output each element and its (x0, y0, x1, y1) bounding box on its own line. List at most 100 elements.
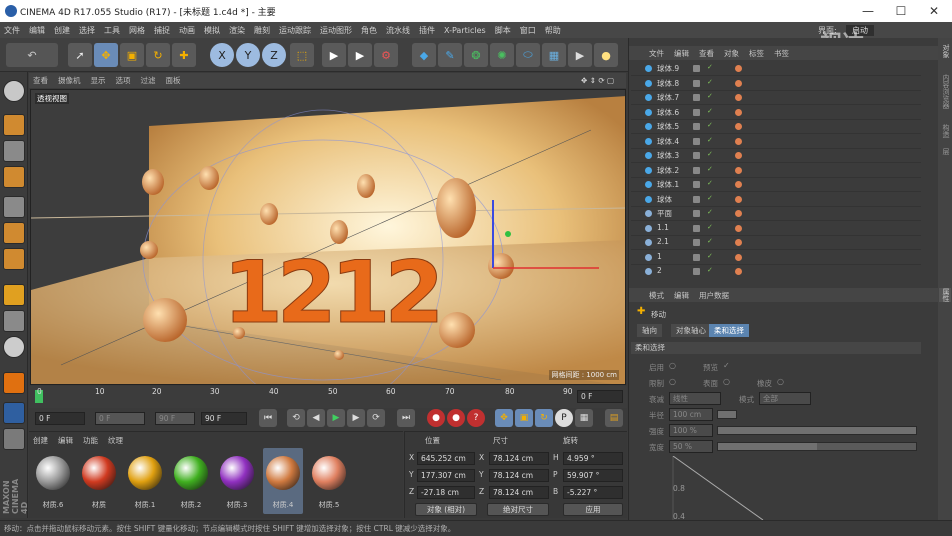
next-frame-icon[interactable]: ▶ (347, 409, 365, 427)
side-tab-structure[interactable]: 构造 (939, 124, 951, 138)
timeline-window-icon[interactable]: ▤ (605, 409, 623, 427)
menu-edit[interactable]: 编辑 (29, 25, 45, 36)
object-row[interactable]: 2 ✓ (631, 265, 921, 278)
object-row[interactable]: 球体.7 ✓ (631, 91, 921, 105)
cube-icon[interactable]: ◆ (412, 43, 436, 67)
enabled-check-icon[interactable]: ✓ (707, 121, 713, 129)
surface-checkbox[interactable]: ○ (723, 377, 730, 386)
prev-frame-icon[interactable]: ◀ (307, 409, 325, 427)
tweak-mode-icon[interactable] (3, 310, 25, 332)
enabled-check-icon[interactable]: ✓ (707, 179, 713, 187)
visibility-icon[interactable] (693, 94, 700, 101)
material-tag-icon[interactable] (735, 123, 742, 130)
start-frame-field[interactable]: 0 F (35, 412, 85, 425)
material-tag-icon[interactable] (735, 65, 742, 72)
material-tag-icon[interactable] (735, 94, 742, 101)
object-row[interactable]: 球体.1 ✓ (631, 178, 921, 192)
size-z-field[interactable]: 78.124 cm (489, 486, 549, 499)
rubber-checkbox[interactable]: ○ (777, 377, 784, 386)
attr-menu-userdata[interactable]: 用户数据 (699, 290, 729, 301)
pos-z-field[interactable]: -27.18 cm (417, 486, 475, 499)
coordinate-system-icon[interactable]: ⬚ (290, 43, 314, 67)
size-y-field[interactable]: 78.124 cm (489, 469, 549, 482)
side-tab-layers[interactable]: 层 (939, 148, 951, 155)
axis-mode-icon[interactable] (3, 284, 25, 306)
object-row[interactable]: 1 ✓ (631, 251, 921, 265)
tab-axis[interactable]: 轴向 (637, 324, 662, 337)
visibility-icon[interactable] (693, 108, 700, 116)
attr-menu-edit[interactable]: 编辑 (674, 290, 689, 301)
enabled-check-icon[interactable]: ✓ (707, 92, 713, 100)
visibility-icon[interactable] (693, 65, 700, 72)
object-row[interactable]: 2.1 ✓ (631, 236, 921, 250)
menu-create[interactable]: 创建 (54, 25, 70, 36)
attr-menu-mode[interactable]: 模式 (649, 290, 664, 301)
material-menu-function[interactable]: 功能 (83, 435, 98, 446)
material-tag-icon[interactable] (735, 166, 742, 174)
key-rotation-icon[interactable]: ↻ (535, 409, 553, 427)
z-axis-icon[interactable]: Z (262, 43, 286, 67)
make-editable-icon[interactable] (3, 80, 25, 102)
menu-simulate[interactable]: 模拟 (204, 25, 220, 36)
key-position-icon[interactable]: ✥ (495, 409, 513, 427)
enabled-check-icon[interactable]: ✓ (707, 150, 713, 158)
x-axis-icon[interactable]: X (210, 43, 234, 67)
material-tag-icon[interactable] (735, 268, 742, 275)
menu-script[interactable]: 脚本 (495, 25, 511, 36)
viewport-menu-view[interactable]: 查看 (33, 75, 48, 86)
menu-file[interactable]: 文件 (4, 25, 20, 36)
grid-snap-icon[interactable] (3, 402, 25, 424)
material-menu-texture[interactable]: 纹理 (108, 435, 123, 446)
end-frame-field[interactable]: 90 F (201, 412, 247, 425)
visibility-icon[interactable] (693, 224, 700, 232)
material-tag-icon[interactable] (735, 224, 742, 232)
snap-icon[interactable] (3, 336, 25, 358)
visibility-icon[interactable] (693, 137, 700, 145)
tab-soft-selection[interactable]: 柔和选择 (709, 324, 749, 337)
enabled-check-icon[interactable]: ✓ (707, 266, 713, 274)
menu-mograph[interactable]: 运动图形 (320, 25, 352, 36)
radius-slider[interactable] (717, 410, 737, 419)
visibility-icon[interactable] (693, 79, 700, 87)
menu-select[interactable]: 选择 (79, 25, 95, 36)
timeline-ruler[interactable]: 0 10 20 30 40 50 60 70 80 90 0 F (29, 386, 627, 408)
side-tab-attributes[interactable]: 属性 (939, 288, 951, 302)
viewport-menu-filter[interactable]: 过滤 (141, 75, 156, 86)
enabled-check-icon[interactable]: ✓ (707, 136, 713, 144)
menu-character[interactable]: 角色 (361, 25, 377, 36)
objects-menu-tags[interactable]: 标签 (749, 48, 764, 59)
pos-y-field[interactable]: 177.307 cm (417, 469, 475, 482)
visibility-icon[interactable] (693, 268, 700, 275)
nurbs-icon[interactable]: ❂ (464, 43, 488, 67)
menu-snap[interactable]: 捕捉 (154, 25, 170, 36)
width-field[interactable]: 50 % (669, 440, 713, 453)
strength-field[interactable]: 100 % (669, 424, 713, 437)
size-mode-select[interactable]: 绝对尺寸 (487, 503, 549, 516)
tab-object-axis[interactable]: 对象轴心 (671, 324, 711, 337)
menu-mesh[interactable]: 网格 (129, 25, 145, 36)
material-item[interactable]: 材质.5 (309, 448, 349, 514)
light-icon[interactable]: ● (594, 43, 618, 67)
material-item[interactable]: 材质.1 (125, 448, 165, 514)
object-row[interactable]: 球体.3 ✓ (631, 149, 921, 163)
enabled-check-icon[interactable]: ✓ (707, 107, 713, 115)
apply-button[interactable]: 应用 (563, 503, 623, 516)
floor-icon[interactable]: ▦ (542, 43, 566, 67)
deformer-icon[interactable]: ⬭ (516, 43, 540, 67)
objects-menu-objects[interactable]: 对象 (724, 48, 739, 59)
close-button[interactable]: ✕ (918, 0, 950, 22)
enabled-check-icon[interactable]: ✓ (707, 237, 713, 245)
object-row[interactable]: 1.1 ✓ (631, 222, 921, 236)
scale-tool-icon[interactable]: ▣ (120, 43, 144, 67)
coord-mode-select[interactable]: 对象 (相对) (415, 503, 477, 516)
material-tag-icon[interactable] (735, 137, 742, 145)
render-view-icon[interactable]: ▶ (322, 43, 346, 67)
menu-plugins[interactable]: 插件 (419, 25, 435, 36)
menu-window[interactable]: 窗口 (520, 25, 536, 36)
render-picture-viewer-icon[interactable]: ▶ (348, 43, 372, 67)
object-row[interactable]: 平面 ✓ (631, 207, 921, 221)
material-menu-edit[interactable]: 编辑 (58, 435, 73, 446)
points-mode-icon[interactable] (3, 196, 25, 218)
material-tag-icon[interactable] (735, 253, 742, 261)
enabled-check-icon[interactable]: ✓ (707, 194, 713, 202)
